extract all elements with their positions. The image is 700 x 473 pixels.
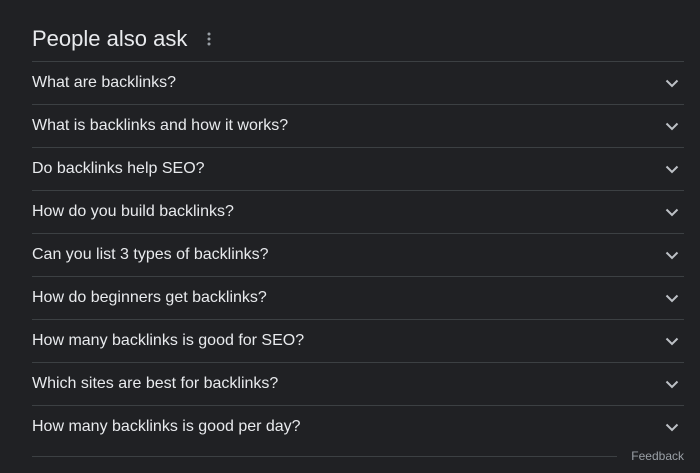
question-text: How do beginners get backlinks? — [32, 289, 267, 306]
more-vert-icon[interactable] — [203, 29, 215, 49]
question-text: How many backlinks is good per day? — [32, 418, 301, 435]
feedback-link[interactable]: Feedback — [631, 448, 684, 464]
chevron-down-icon[interactable] — [660, 372, 684, 396]
page-title: People also ask — [32, 25, 188, 51]
chevron-down-icon[interactable] — [660, 71, 684, 95]
chevron-down-icon[interactable] — [660, 157, 684, 181]
people-also-ask-panel: People also ask What are backlinks? What… — [32, 0, 684, 448]
question-item-1[interactable]: What are backlinks? — [32, 62, 684, 105]
question-item-8[interactable]: Which sites are best for backlinks? — [32, 363, 684, 406]
question-item-5[interactable]: Can you list 3 types of backlinks? — [32, 234, 684, 277]
question-text: How many backlinks is good for SEO? — [32, 332, 305, 349]
question-item-4[interactable]: How do you build backlinks? — [32, 191, 684, 234]
chevron-down-icon[interactable] — [660, 114, 684, 138]
question-item-3[interactable]: Do backlinks help SEO? — [32, 148, 684, 191]
question-text: Can you list 3 types of backlinks? — [32, 246, 269, 263]
question-text: How do you build backlinks? — [32, 203, 234, 220]
question-item-7[interactable]: How many backlinks is good for SEO? — [32, 320, 684, 363]
question-text: What are backlinks? — [32, 74, 177, 91]
question-text: Do backlinks help SEO? — [32, 160, 205, 177]
question-text: What is backlinks and how it works? — [32, 117, 289, 134]
divider — [32, 456, 617, 457]
chevron-down-icon[interactable] — [660, 200, 684, 224]
paa-header: People also ask — [32, 0, 684, 61]
chevron-down-icon[interactable] — [660, 329, 684, 353]
question-item-2[interactable]: What is backlinks and how it works? — [32, 105, 684, 148]
paa-footer: Feedback — [32, 446, 684, 466]
chevron-down-icon[interactable] — [660, 286, 684, 310]
chevron-down-icon[interactable] — [660, 243, 684, 267]
question-list: What are backlinks? What is backlinks an… — [32, 61, 684, 448]
chevron-down-icon[interactable] — [660, 415, 684, 439]
question-item-6[interactable]: How do beginners get backlinks? — [32, 277, 684, 320]
question-text: Which sites are best for backlinks? — [32, 375, 279, 392]
question-item-9[interactable]: How many backlinks is good per day? — [32, 406, 684, 448]
